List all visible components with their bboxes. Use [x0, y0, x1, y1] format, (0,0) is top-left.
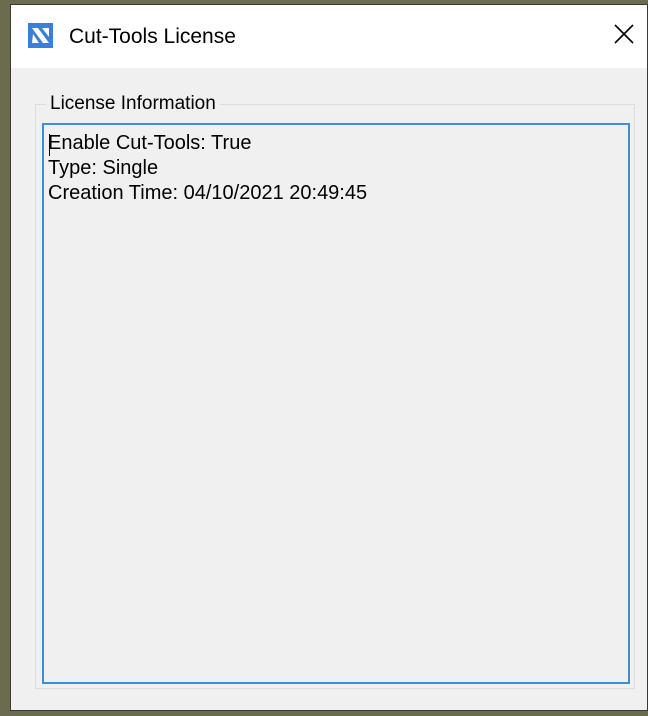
title-bar[interactable]: Cut-Tools License: [11, 5, 647, 68]
close-button[interactable]: [601, 5, 647, 68]
license-line-creation-time: Creation Time: 04/10/2021 20:49:45: [48, 182, 368, 204]
close-icon: [613, 23, 635, 50]
license-info-textbox[interactable]: Enable Cut-Tools: True Type: Single Crea…: [42, 123, 630, 684]
group-label: License Information: [46, 93, 220, 115]
text-caret: [49, 134, 50, 156]
bricscad-logo-icon: [28, 23, 53, 48]
window-title: Cut-Tools License: [69, 25, 236, 48]
license-dialog: Cut-Tools License License Information En…: [10, 4, 648, 711]
license-line-type: Type: Single: [48, 157, 159, 179]
license-line-enable: Enable Cut-Tools: True: [48, 132, 252, 154]
